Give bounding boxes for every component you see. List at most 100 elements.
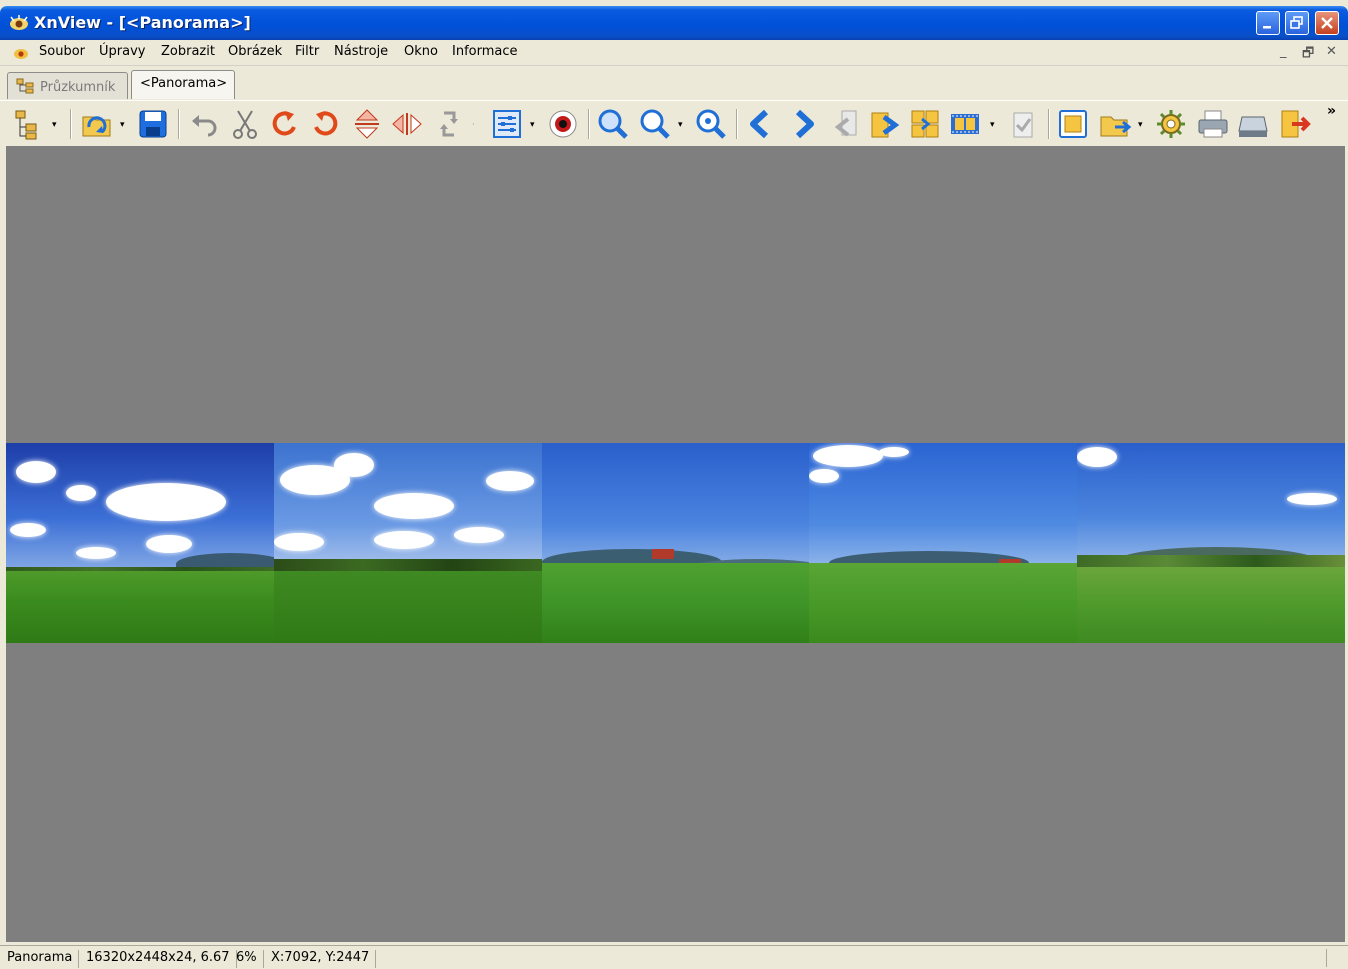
tab-panorama[interactable]: <Panorama> xyxy=(131,70,235,99)
last-icon xyxy=(871,112,900,138)
rotate-auto-dropdown-icon[interactable]: · xyxy=(472,120,480,130)
slideshow-button[interactable] xyxy=(908,107,942,141)
image-viewer[interactable] xyxy=(6,146,1345,942)
open-button[interactable] xyxy=(80,107,114,141)
close-button[interactable] xyxy=(1315,11,1339,35)
red-eye-icon xyxy=(549,110,577,138)
browser-button[interactable] xyxy=(12,107,46,141)
first-button[interactable] xyxy=(828,107,862,141)
filmstrip-dropdown-icon[interactable]: ▾ xyxy=(990,120,998,130)
menu-obrazek[interactable]: Obrázek xyxy=(228,44,282,59)
menu-filtr[interactable]: Filtr xyxy=(295,44,319,59)
fullscreen-button[interactable] xyxy=(1056,107,1090,141)
zoom-fit-button[interactable] xyxy=(694,107,728,141)
rotate-auto-button[interactable] xyxy=(432,107,466,141)
menu-soubor[interactable]: Soubor xyxy=(39,44,85,59)
save-icon xyxy=(139,110,167,138)
next-button[interactable] xyxy=(786,107,820,141)
title-bar[interactable]: XnView - [<Panorama>] xyxy=(0,6,1348,40)
rotate-left-button[interactable] xyxy=(268,107,302,141)
toolbar-overflow-chevron[interactable]: » xyxy=(1327,103,1336,119)
zoom-out-icon xyxy=(640,109,670,139)
status-cursor-coords: X:7092, Y:2447 xyxy=(271,950,377,968)
browser-icon xyxy=(15,110,37,140)
zoom-dropdown-icon[interactable]: ▾ xyxy=(678,120,686,130)
tab-pruzkumnik[interactable]: Průzkumník xyxy=(7,72,128,99)
mdi-minimize-button[interactable]: _ xyxy=(1280,44,1287,59)
red-eye-button[interactable] xyxy=(546,107,580,141)
filmstrip-button[interactable] xyxy=(948,107,982,141)
panorama-segment-2 xyxy=(273,443,542,643)
undo-icon xyxy=(192,115,217,137)
resize-grip[interactable] xyxy=(1326,949,1346,967)
toolbar-separator xyxy=(736,109,738,139)
adjust-dropdown-icon[interactable]: ▾ xyxy=(530,120,538,130)
last-button[interactable] xyxy=(868,107,902,141)
settings-icon xyxy=(1157,110,1185,138)
zoom-fit-icon xyxy=(696,109,726,139)
scan-button[interactable] xyxy=(1236,107,1270,141)
cut-icon xyxy=(233,110,257,139)
exit-button[interactable] xyxy=(1278,107,1312,141)
first-icon xyxy=(834,110,857,137)
open-folder-icon xyxy=(1100,116,1132,137)
flip-horizontal-button[interactable] xyxy=(390,107,424,141)
next-icon xyxy=(795,109,814,139)
save-button[interactable] xyxy=(136,107,170,141)
toolbar-separator xyxy=(588,109,590,139)
print-button[interactable] xyxy=(1196,107,1230,141)
adjust-icon xyxy=(493,110,521,138)
tab-pruzkumnik-label: Průzkumník xyxy=(40,80,116,95)
scan-icon xyxy=(1238,116,1268,137)
menu-zobrazit[interactable]: Zobrazit xyxy=(161,44,215,59)
mdi-close-button[interactable]: ✕ xyxy=(1326,44,1337,59)
restore-button[interactable] xyxy=(1285,11,1309,35)
tab-panorama-label: <Panorama> xyxy=(140,76,228,91)
minimize-icon xyxy=(1263,26,1271,29)
flip-vertical-button[interactable] xyxy=(350,107,384,141)
cut-button[interactable] xyxy=(228,107,262,141)
menu-bar: Soubor Úpravy Zobrazit Obrázek Filtr Nás… xyxy=(0,40,1348,66)
rotate-left-icon xyxy=(272,111,296,136)
exit-icon xyxy=(1281,110,1311,138)
flip-horizontal-icon xyxy=(392,113,422,135)
menu-nastroje[interactable]: Nástroje xyxy=(334,44,388,59)
restore-icon xyxy=(1290,16,1303,29)
close-icon xyxy=(1321,17,1333,29)
explorer-tree-icon xyxy=(16,78,34,94)
zoom-in-icon xyxy=(598,109,628,139)
rotate-right-button[interactable] xyxy=(308,107,342,141)
open-folder-dropdown-icon[interactable]: ▾ xyxy=(1138,120,1146,130)
panorama-segment-1 xyxy=(6,443,274,643)
menu-okno[interactable]: Okno xyxy=(404,44,438,59)
slideshow-icon xyxy=(911,110,939,138)
zoom-out-button[interactable] xyxy=(638,107,672,141)
status-image-name: Panorama xyxy=(7,950,80,968)
status-bar: Panorama 16320x2448x24, 6.67 6% X:7092, … xyxy=(0,945,1348,969)
undo-button[interactable] xyxy=(188,107,222,141)
open-folder-button[interactable] xyxy=(1098,107,1132,141)
previous-button[interactable] xyxy=(744,107,778,141)
previous-icon xyxy=(750,109,769,139)
xnview-eye-icon xyxy=(8,14,30,32)
open-icon xyxy=(82,116,111,137)
ok-button[interactable] xyxy=(1006,107,1040,141)
flip-vertical-icon xyxy=(355,109,379,139)
menu-upravy[interactable]: Úpravy xyxy=(99,44,145,59)
open-dropdown-icon[interactable]: ▾ xyxy=(120,120,128,130)
mdi-restore-button[interactable]: 🗗 xyxy=(1302,44,1314,66)
toolbar-separator xyxy=(1048,109,1050,139)
panorama-image xyxy=(6,443,1345,643)
menu-informace[interactable]: Informace xyxy=(452,44,518,59)
document-eye-icon[interactable] xyxy=(12,45,30,61)
zoom-in-button[interactable] xyxy=(596,107,630,141)
rotate-right-icon xyxy=(314,111,338,136)
settings-button[interactable] xyxy=(1154,107,1188,141)
ok-icon xyxy=(1013,112,1033,138)
minimize-button[interactable] xyxy=(1256,11,1280,35)
browser-dropdown-icon[interactable]: ▾ xyxy=(52,120,60,130)
toolbar-separator xyxy=(70,109,72,139)
rotate-auto-icon xyxy=(440,111,458,137)
main-toolbar: ▾ ▾ · ▾ ▾ ▾ ▾ » xyxy=(0,100,1348,146)
adjust-button[interactable] xyxy=(490,107,524,141)
